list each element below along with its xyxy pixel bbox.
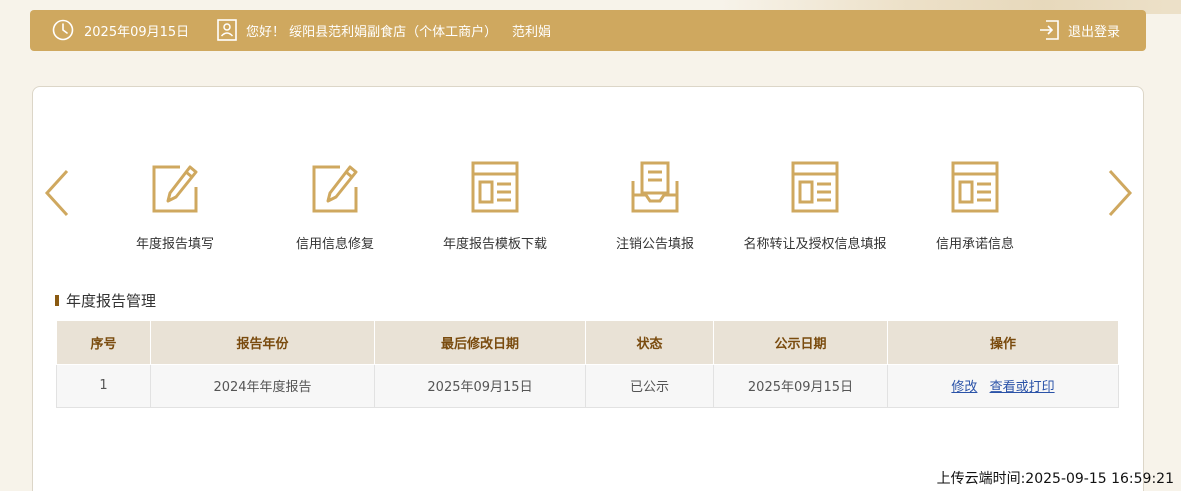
carousel-prev-button[interactable] <box>44 169 70 217</box>
menu-item-credit-commitment[interactable]: 信用承诺信息 <box>895 161 1055 256</box>
menu-item-label: 注销公告填报 <box>615 237 694 252</box>
section-title-text: 年度报告管理 <box>66 292 157 310</box>
menu-item-label: 年度报告模板下载 <box>442 237 547 252</box>
username: 范利娟 <box>512 25 552 40</box>
menu-item-template-download[interactable]: 年度报告模板下载 <box>415 161 575 256</box>
table-row: 1 2024年年度报告 2025年09月15日 已公示 2025年09月15日 … <box>56 363 1119 408</box>
section-title: 年度报告管理 <box>55 290 156 311</box>
view-print-link[interactable]: 查看或打印 <box>990 380 1055 395</box>
column-header-status: 状态 <box>585 321 714 365</box>
column-header-year: 报告年份 <box>150 321 375 365</box>
logout-button[interactable]: 退出登录 <box>1068 10 1120 51</box>
edit-icon <box>152 165 198 213</box>
annual-report-table: 序号 报告年份 最后修改日期 状态 公示日期 操作 1 2024年年度报告 20… <box>56 321 1119 408</box>
cell-modified: 2025年09月15日 <box>374 363 586 408</box>
edit-icon <box>312 165 358 213</box>
document-icon <box>791 161 839 213</box>
inbox-icon <box>631 161 679 213</box>
column-header-modified: 最后修改日期 <box>374 321 586 365</box>
greeting-text: 您好！ 绥阳县范利娟副食店（个体工商户） <box>246 25 498 40</box>
user-card-icon <box>217 19 237 41</box>
menu-item-annual-report-fill[interactable]: 年度报告填写 <box>95 161 255 256</box>
current-date: 2025年09月15日 <box>84 25 190 40</box>
table-header-row: 序号 报告年份 最后修改日期 状态 公示日期 操作 <box>56 321 1119 365</box>
chevron-left-icon[interactable] <box>44 169 70 217</box>
menu-item-label: 信用承诺信息 <box>935 237 1014 252</box>
document-icon <box>471 161 519 213</box>
menu-item-credit-repair[interactable]: 信用信息修复 <box>255 161 415 256</box>
document-icon <box>951 161 999 213</box>
menu-item-label: 年度报告填写 <box>135 237 214 252</box>
cell-index: 1 <box>56 363 151 408</box>
cell-publish-date: 2025年09月15日 <box>713 363 888 408</box>
column-header-publish-date: 公示日期 <box>713 321 888 365</box>
top-bar: 2025年09月15日 您好！ 绥阳县范利娟副食店（个体工商户） 范利娟 退出登… <box>30 10 1146 51</box>
chevron-right-icon[interactable] <box>1107 169 1133 217</box>
clock-icon <box>52 19 74 41</box>
cell-year: 2024年年度报告 <box>150 363 375 408</box>
menu-item-cancellation-notice[interactable]: 注销公告填报 <box>575 161 735 256</box>
menu-item-label: 信用信息修复 <box>295 237 374 252</box>
cell-actions: 修改 查看或打印 <box>887 363 1119 408</box>
column-header-actions: 操作 <box>887 321 1119 365</box>
carousel-next-button[interactable] <box>1107 169 1133 217</box>
main-panel: 年度报告填写 信用信息修复 年度报告模板下载 注销公告填报 名称转让及授权信息填… <box>32 86 1144 491</box>
cell-status: 已公示 <box>585 363 714 408</box>
logout-icon[interactable] <box>1039 19 1061 41</box>
menu-item-label: 名称转让及授权信息填报 <box>743 237 887 252</box>
menu-item-name-transfer[interactable]: 名称转让及授权信息填报 <box>735 161 895 256</box>
section-title-marker <box>55 295 59 306</box>
upload-time: 上传云端时间:2025-09-15 16:59:21 <box>936 471 1174 487</box>
edit-link[interactable]: 修改 <box>951 380 977 395</box>
column-header-index: 序号 <box>56 321 151 365</box>
